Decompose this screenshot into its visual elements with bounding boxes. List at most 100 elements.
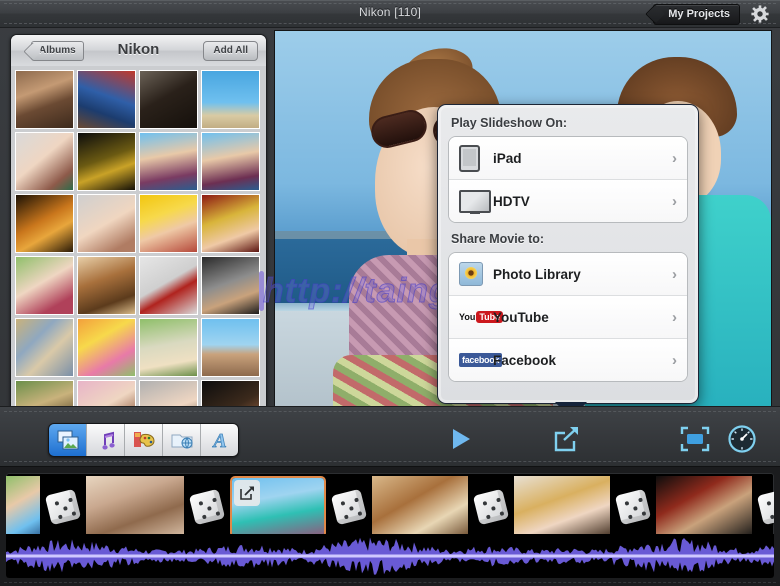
gear-icon[interactable] [750,4,770,24]
share-button[interactable] [548,421,584,457]
woman-yellow-bg [140,195,197,252]
hdtv-icon [459,189,493,214]
fullscreen-button[interactable] [677,421,713,457]
seagull-sky [202,71,259,128]
dice-transition-icon[interactable] [752,476,774,538]
photo-thumbnail[interactable] [15,318,74,377]
photo-grid-row [15,318,266,377]
timeline-clip[interactable] [372,476,468,538]
smiling-woman [78,195,135,252]
clip-boxer [656,476,752,538]
svg-text:A: A [211,430,226,450]
popover-item-label: HDTV [493,193,530,209]
popover-item-label: iPad [493,150,522,166]
photo-grid-row [15,132,266,191]
photo-thumbnail[interactable] [139,256,198,315]
photo-thumbnail[interactable] [201,194,260,253]
imovie-window: Nikon [110] My Projects Albums Nikon Add… [0,0,780,586]
add-all-button[interactable]: Add All [203,41,258,61]
share-options-group: Photo Library › You Tube YouTube › facebo… [448,252,688,382]
timeline-clip-selected[interactable] [230,476,326,538]
main-toolbar: A [0,406,780,467]
grid-scrollbar[interactable] [259,271,264,311]
popover-item-label: Facebook [493,352,557,368]
photo-thumbnail[interactable] [15,70,74,129]
web-button[interactable] [163,424,201,456]
speed-button[interactable] [724,421,760,457]
photo-thumbnail[interactable] [139,70,198,129]
timeline-clip[interactable] [86,476,184,538]
dice-transition-icon[interactable] [40,476,86,538]
clip-girl-teddy [86,476,184,538]
woman-green-bg [16,257,73,314]
cafe-people [16,71,73,128]
photo-thumbnail[interactable] [139,318,198,377]
ornate-pattern [16,319,73,376]
photo-grid-row [15,70,266,129]
girls-pool-drink [140,133,197,190]
popover-item-hdtv[interactable]: HDTV › [449,180,687,222]
dice-transition-icon[interactable] [184,476,230,538]
photo-thumbnail[interactable] [201,318,260,377]
clip-blonde-woman [514,476,610,538]
music-button[interactable] [87,424,125,456]
timeline-clip[interactable] [514,476,610,538]
photo-thumbnail[interactable] [139,132,198,191]
dice-transition-icon[interactable] [468,476,514,538]
play-button[interactable] [442,421,478,457]
dice-transition-icon[interactable] [326,476,372,538]
photo-thumbnail[interactable] [77,256,136,315]
photo-thumbnail[interactable] [15,256,74,315]
photo-thumbnail[interactable] [15,132,74,191]
media-segmented-control[interactable]: A [48,423,239,457]
themes-button[interactable] [125,424,163,456]
photo-thumbnail[interactable] [77,70,136,129]
photo-thumbnail[interactable] [77,132,136,191]
filmstrip[interactable] [6,473,774,541]
chocolates [78,257,135,314]
photo-thumbnail[interactable] [201,132,260,191]
autumn-woman [16,195,73,252]
popover-item-photo-library[interactable]: Photo Library › [449,253,687,296]
photo-thumbnail[interactable] [77,194,136,253]
edit-pencil-icon[interactable] [234,480,260,506]
share-popover: Play Slideshow On: iPad › HDTV › Share M… [437,104,699,419]
night-street [78,133,135,190]
photo-grid-row [15,256,266,315]
photo-grid[interactable] [11,66,266,427]
timeline-track-area[interactable] [6,473,774,578]
popover-item-facebook[interactable]: facebook Facebook › [449,339,687,381]
timeline-stitch [4,582,776,584]
photos-button[interactable] [49,424,87,456]
man-grey-suit [202,257,259,314]
toolbar-stitch-bottom [4,461,776,463]
photo-thumbnail[interactable] [201,256,260,315]
play-options-group: iPad › HDTV › [448,136,688,223]
chevron-right-icon: › [672,308,677,326]
dice-transition-icon[interactable] [610,476,656,538]
toolbar-stitch-top [4,411,776,413]
popover-section-title-share: Share Movie to: [451,232,545,246]
photo-thumbnail[interactable] [201,70,260,129]
red-dahlia-table [140,257,197,314]
popover-item-ipad[interactable]: iPad › [449,137,687,180]
timeline-clip[interactable] [6,476,40,538]
photo-grid-row [15,194,266,253]
chevron-right-icon: › [672,351,677,369]
facebook-icon: facebook [459,353,503,367]
popover-item-label: YouTube [493,309,549,325]
popover-item-youtube[interactable]: You Tube YouTube › [449,296,687,339]
chevron-right-icon: › [672,265,677,283]
audio-waveform[interactable] [6,534,774,578]
photo-thumbnail[interactable] [15,194,74,253]
photo-library-icon [459,262,493,286]
photo-thumbnail[interactable] [139,194,198,253]
my-projects-button[interactable]: My Projects [653,4,740,25]
chevron-right-icon: › [672,192,677,210]
girl-pool-drink-2 [202,133,259,190]
timeline[interactable] [0,466,780,586]
kids-baseball [78,71,135,128]
photo-thumbnail[interactable] [77,318,136,377]
timeline-clip[interactable] [656,476,752,538]
text-button[interactable]: A [201,424,238,456]
